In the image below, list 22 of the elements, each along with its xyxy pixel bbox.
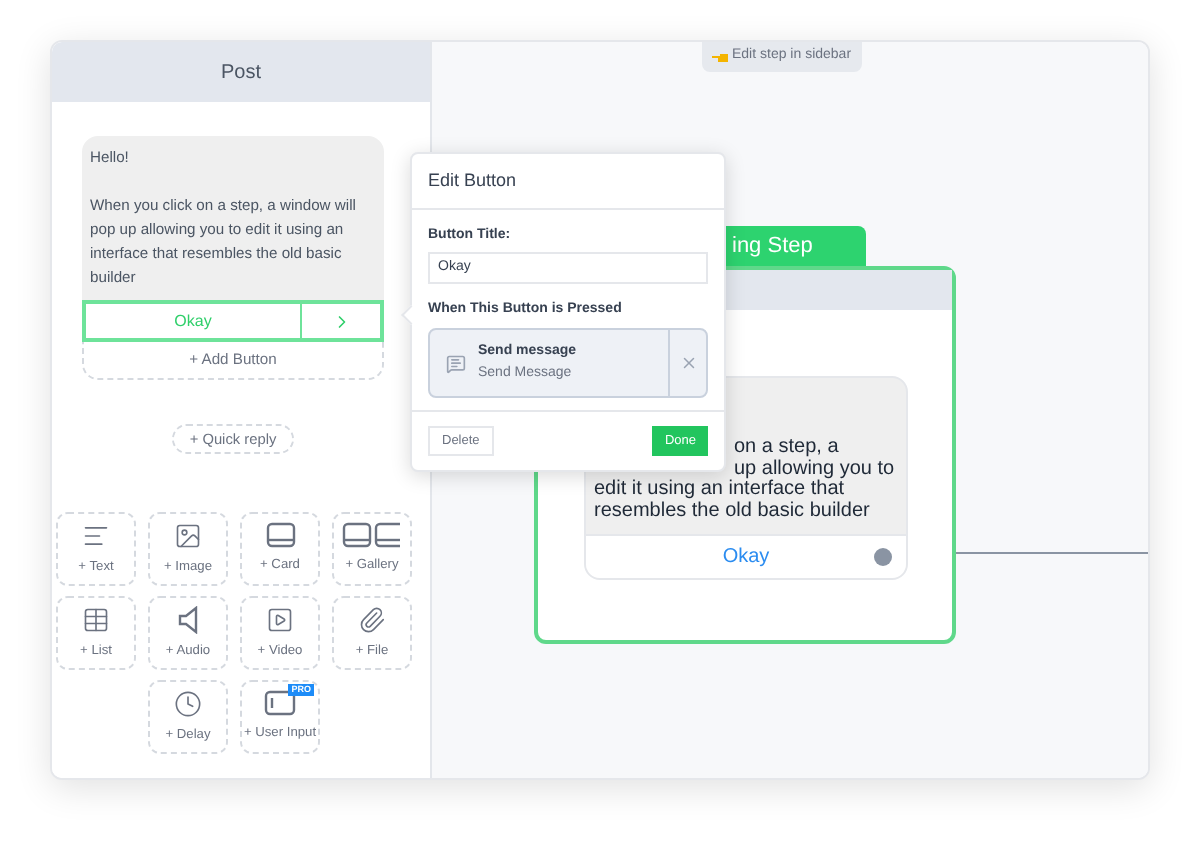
node-button[interactable]: Okay — [586, 534, 906, 578]
node-text-line: up allowing you to — [734, 457, 895, 480]
popover-title: Edit Button — [428, 167, 517, 194]
node-text-line: edit it using an interface that — [594, 478, 845, 501]
node-button-label: Okay — [722, 544, 770, 572]
input-box-icon — [264, 690, 296, 717]
lines-icon — [82, 521, 110, 550]
table-icon — [82, 605, 110, 634]
close-icon — [679, 354, 697, 372]
chat-icon — [446, 353, 466, 373]
sidebar-title: Post — [220, 59, 261, 87]
step-title: ing Step — [732, 231, 813, 262]
card-icon — [265, 522, 295, 549]
button-label: Okay — [172, 309, 214, 334]
gallery-icon — [342, 522, 402, 549]
paperclip-icon — [358, 605, 386, 634]
play-icon — [266, 605, 294, 634]
node-text-line: resembles the old basic builder — [594, 499, 870, 522]
speaker-icon — [178, 605, 198, 634]
image-icon — [174, 521, 202, 550]
clock-icon — [174, 689, 202, 718]
node-text-line: on a step, a — [734, 436, 839, 458]
